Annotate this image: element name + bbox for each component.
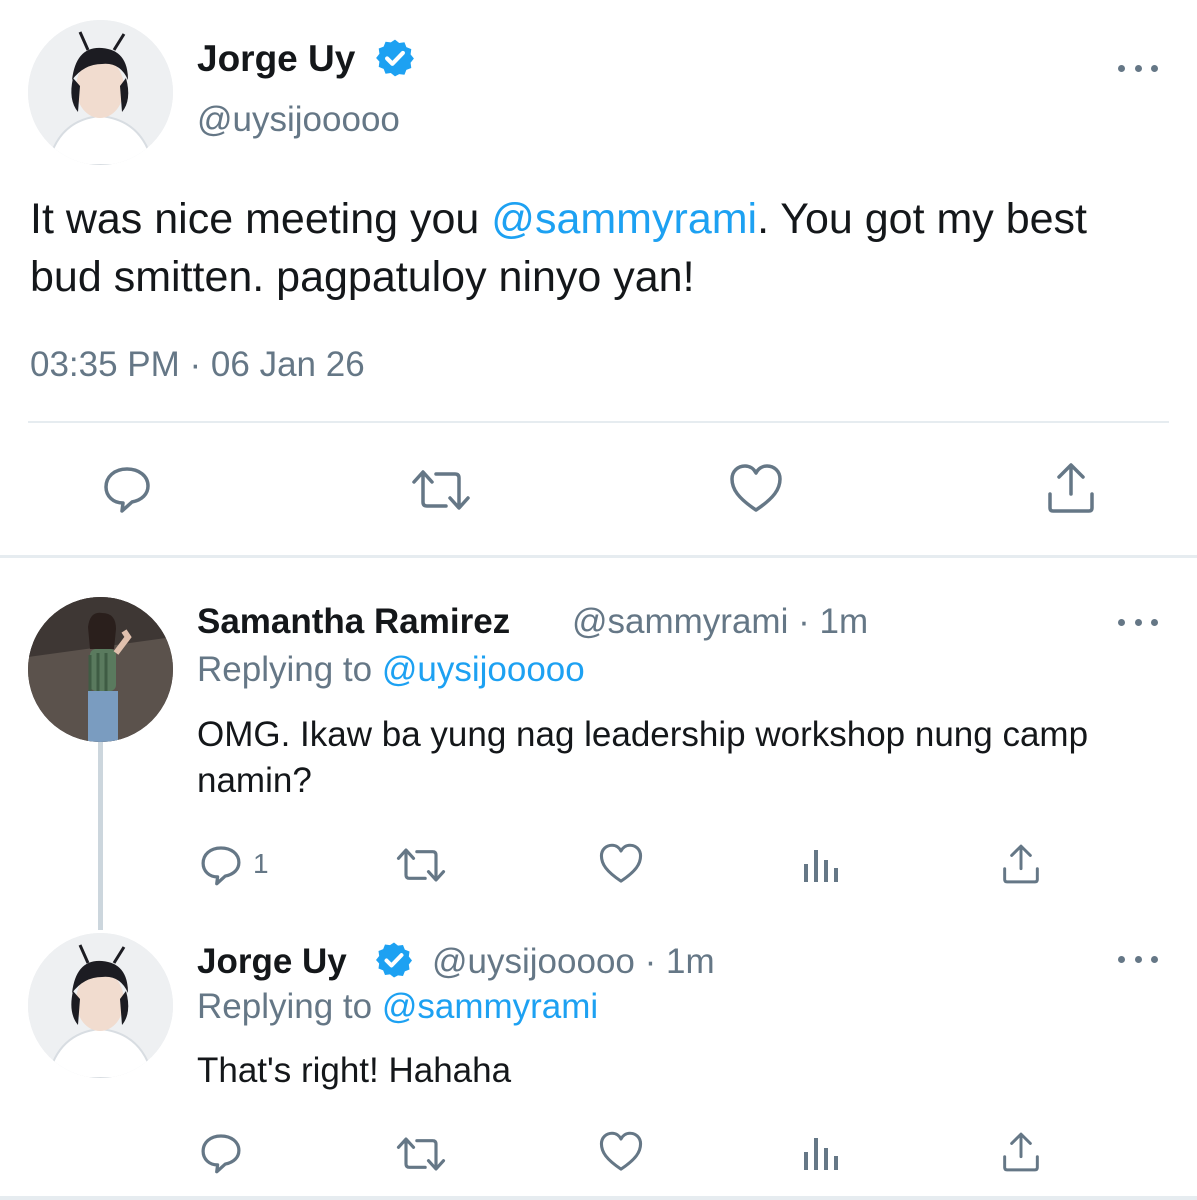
reply-icon[interactable] [100, 462, 154, 516]
replying-to-link[interactable]: @sammyrami [382, 987, 598, 1026]
analytics-icon[interactable] [802, 846, 842, 884]
thread-line [98, 742, 103, 930]
like-icon[interactable] [598, 1130, 644, 1174]
verified-badge-icon [374, 37, 416, 79]
mention-link[interactable]: @sammyrami [491, 195, 757, 243]
verified-badge-icon [374, 940, 414, 980]
share-icon[interactable] [1044, 460, 1098, 516]
bottom-divider [0, 1196, 1197, 1200]
author-name[interactable]: Jorge Uy [197, 38, 355, 80]
section-divider [0, 555, 1197, 558]
replying-label: Replying to [197, 987, 373, 1026]
avatar-jorge-uy[interactable] [28, 933, 173, 1078]
reply-author-meta[interactable]: @uysijooooo · 1m [432, 942, 715, 982]
retweet-icon[interactable] [395, 845, 447, 885]
meta-separator: · [644, 942, 657, 981]
analytics-icon[interactable] [802, 1134, 842, 1172]
more-options-icon[interactable] [1118, 615, 1158, 629]
reply-time: 1m [666, 942, 715, 981]
tweet-text: It was nice meeting you @sammyrami. You … [30, 190, 1160, 306]
tweet-timestamp[interactable]: 03:35 PM · 06 Jan 26 [30, 345, 365, 385]
reply-icon[interactable] [198, 842, 244, 888]
like-icon[interactable] [598, 842, 644, 886]
reply-time: 1m [819, 602, 869, 641]
author-handle[interactable]: @uysijooooo [197, 100, 400, 140]
replying-to: Replying to @uysijooooo [197, 650, 585, 690]
like-icon[interactable] [728, 462, 784, 516]
meta-separator: · [798, 602, 810, 641]
reply-text: OMG. Ikaw ba yung nag leadership worksho… [197, 715, 1089, 800]
reply-author-name[interactable]: Jorge Uy [197, 942, 347, 982]
replying-to-link[interactable]: @uysijooooo [382, 650, 585, 689]
reply-author-name[interactable]: Samantha Ramirez [197, 602, 510, 642]
replying-to: Replying to @sammyrami [197, 987, 598, 1027]
reply-author-handle[interactable]: @uysijooooo [432, 942, 635, 981]
share-icon[interactable] [1000, 842, 1042, 886]
tweet-text-before: It was nice meeting you [30, 195, 492, 243]
reply-author-meta[interactable]: @sammyrami · 1m [572, 602, 868, 642]
retweet-icon[interactable] [395, 1134, 447, 1174]
replying-label: Replying to [197, 650, 373, 689]
reply-count: 1 [253, 848, 269, 879]
avatar-jorge-uy[interactable] [28, 20, 173, 165]
reply-text: That's right! Hahaha [197, 1051, 512, 1090]
share-icon[interactable] [1000, 1130, 1042, 1174]
more-options-icon[interactable] [1118, 952, 1158, 966]
reply-author-handle[interactable]: @sammyrami [572, 602, 788, 641]
divider [28, 421, 1169, 423]
avatar-samantha-ramirez[interactable] [28, 597, 173, 742]
more-options-icon[interactable] [1118, 61, 1158, 75]
reply-icon[interactable] [198, 1130, 244, 1176]
retweet-icon[interactable] [410, 466, 472, 514]
